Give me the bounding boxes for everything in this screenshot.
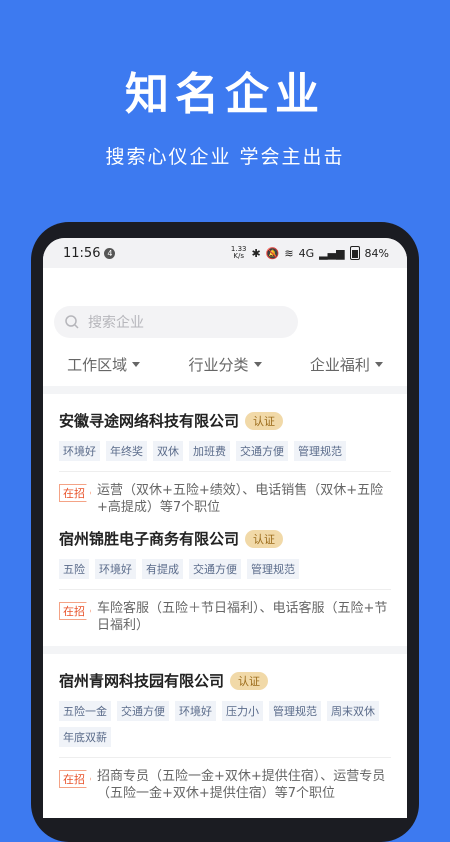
company-name: 宿州锦胜电子商务有限公司 [59, 530, 240, 548]
network-speed: 1.33 K/s [231, 246, 247, 260]
filter-welfare[interactable]: 企业福利 [310, 354, 383, 375]
hero-title: 知名企业 [125, 69, 325, 120]
caret-down-icon [253, 362, 262, 367]
battery-icon [349, 246, 360, 260]
filter-industry[interactable]: 行业分类 [188, 354, 262, 375]
tag: 年底双薪 [59, 727, 111, 747]
tag: 交通方便 [236, 441, 288, 461]
network-type: 4G [298, 246, 315, 260]
divider [43, 386, 407, 394]
company-name: 宿州青网科技园有限公司 [59, 672, 225, 690]
search-input[interactable]: 搜索企业 [54, 306, 298, 338]
filter-label: 工作区域 [67, 356, 128, 374]
mute-icon: 🔕 [265, 246, 280, 260]
filter-area[interactable]: 工作区域 [67, 354, 141, 375]
battery-level: 84% [364, 246, 389, 260]
caret-down-icon [374, 362, 383, 367]
hero-subtitle: 搜索心仪企业 学会主出击 [105, 146, 345, 168]
tag: 交通方便 [189, 559, 241, 579]
tag: 管理规范 [269, 701, 321, 721]
status-time: 11:56 [63, 245, 101, 261]
tag: 管理规范 [294, 441, 346, 461]
filter-bar: 工作区域 行业分类 企业福利 [43, 354, 407, 375]
hiring-badge: 在招 [59, 770, 91, 788]
signal-icon: ▂▄▆ [319, 246, 345, 260]
company-card[interactable]: 宿州青网科技园有限公司 认证 五险一金 交通方便 环境好 压力小 管理规范 周末双… [59, 670, 391, 802]
hiring-badge: 在招 [59, 484, 91, 502]
tag: 周末双休 [327, 701, 379, 721]
verified-badge: 认证 [230, 671, 269, 690]
search-placeholder: 搜索企业 [88, 315, 144, 331]
tag-list: 环境好 年终奖 双休 加班费 交通方便 管理规范 [59, 441, 391, 461]
tag: 年终奖 [106, 441, 147, 461]
verified-badge: 认证 [245, 529, 284, 548]
tag: 双休 [153, 441, 183, 461]
tag: 压力小 [222, 701, 263, 721]
job-summary: 车险客服（五险＋节日福利）、电话客服（五险+节日福利） [97, 601, 388, 633]
divider [59, 757, 391, 758]
tag: 环境好 [95, 559, 136, 579]
verified-badge: 认证 [245, 411, 284, 430]
company-card[interactable]: 宿州锦胜电子商务有限公司 认证 五险 环境好 有提成 交通方便 管理规范 在招 车险… [59, 528, 391, 634]
phone-screen: 11:56 4 1.33 K/s ✱ 🔕 ≋ 4G ▂▄▆ 84% 搜索企业 工作… [43, 238, 407, 818]
bluetooth-icon: ✱ [251, 246, 261, 260]
tag: 加班费 [189, 441, 230, 461]
job-summary: 运营（双休+五险+绩效）、电话销售（双休+五险+高提成）等7个职位 [97, 483, 384, 515]
filter-label: 行业分类 [188, 356, 249, 374]
divider [59, 471, 391, 472]
status-bar: 11:56 4 1.33 K/s ✱ 🔕 ≋ 4G ▂▄▆ 84% [43, 238, 407, 268]
company-card[interactable]: 安徽寻途网络科技有限公司 认证 环境好 年终奖 双休 加班费 交通方便 管理规范 … [59, 410, 391, 516]
tag: 交通方便 [117, 701, 169, 721]
filter-label: 企业福利 [309, 356, 370, 374]
tag: 管理规范 [247, 559, 299, 579]
divider [59, 589, 391, 590]
hiring-badge: 在招 [59, 602, 91, 620]
search-icon [65, 315, 79, 329]
wifi-icon: ≋ [284, 246, 294, 260]
speed-unit: K/s [233, 252, 244, 260]
caret-down-icon [132, 362, 141, 367]
company-name: 安徽寻途网络科技有限公司 [59, 412, 240, 430]
notification-count: 4 [104, 247, 116, 259]
divider [43, 646, 407, 654]
tag: 环境好 [59, 441, 100, 461]
tag: 环境好 [175, 701, 216, 721]
tag: 五险 [59, 559, 89, 579]
tag-list: 五险一金 交通方便 环境好 压力小 管理规范 周末双休 年底双薪 [59, 701, 391, 747]
tag: 有提成 [142, 559, 183, 579]
tag-list: 五险 环境好 有提成 交通方便 管理规范 [59, 559, 391, 579]
job-summary: 招商专员（五险一金+双休+提供住宿）、运营专员（五险一金+双休+提供住宿）等7个… [97, 769, 386, 801]
tag: 五险一金 [59, 701, 111, 721]
